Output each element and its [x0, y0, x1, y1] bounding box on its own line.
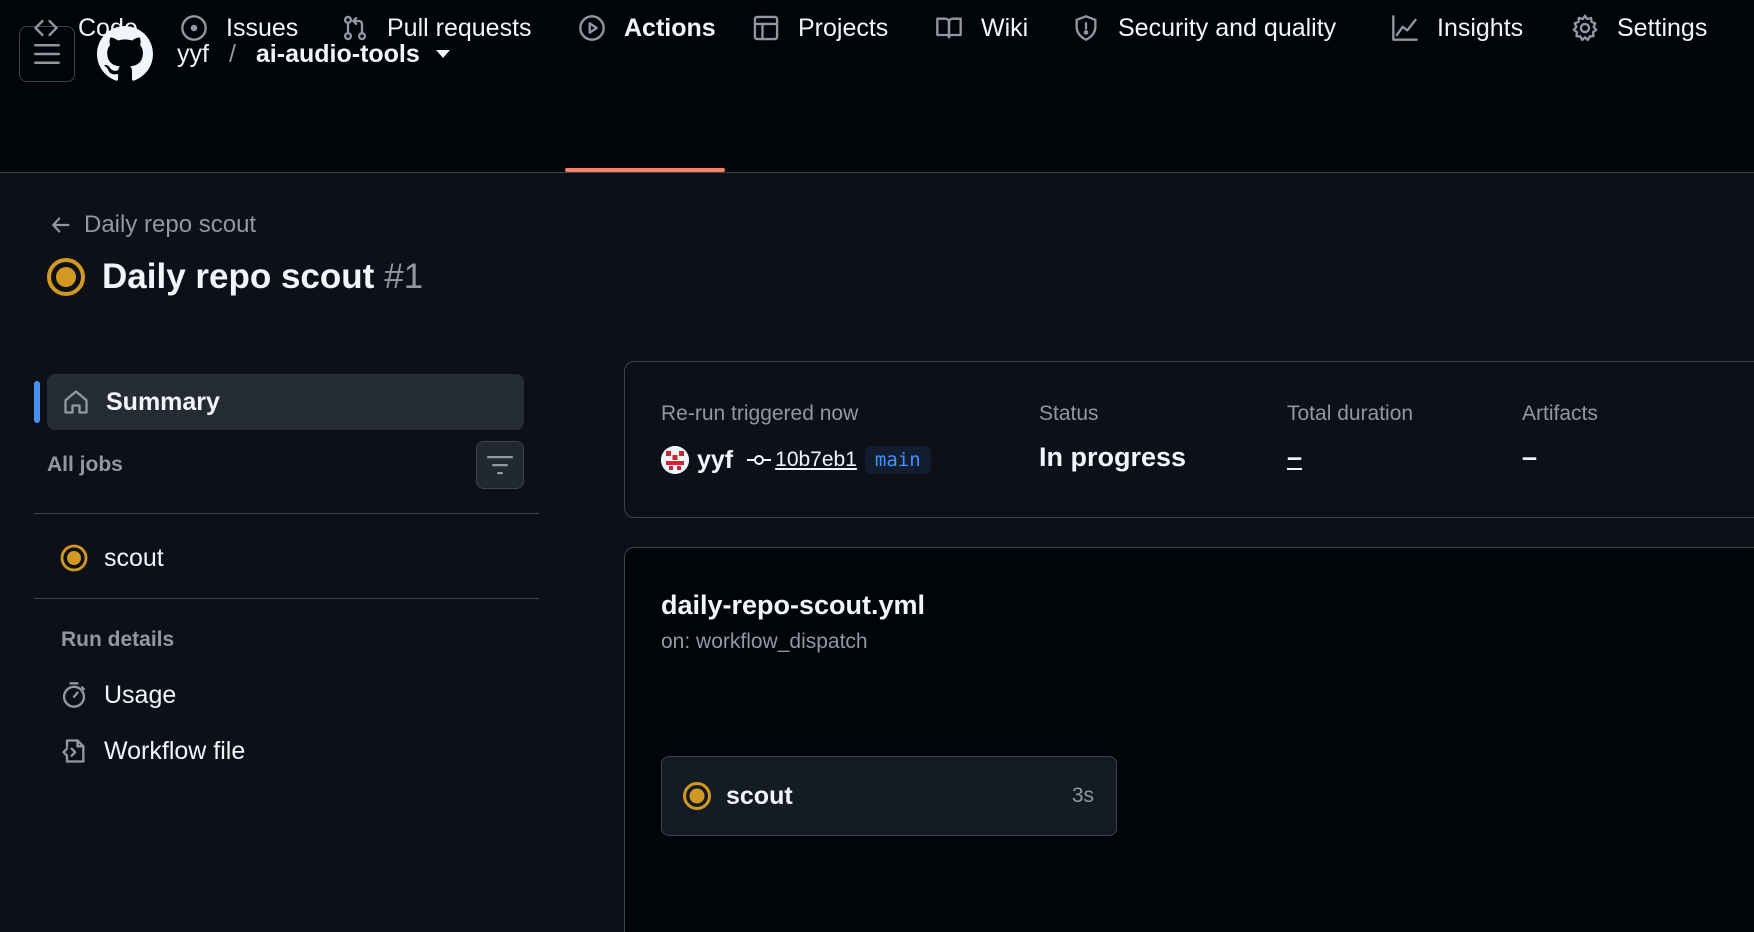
- tab-security[interactable]: Security and quality: [1072, 0, 1336, 71]
- graph-icon: [1392, 15, 1418, 41]
- tab-label: Security and quality: [1118, 14, 1337, 42]
- tab-projects[interactable]: Projects: [752, 0, 888, 71]
- book-icon: [936, 17, 962, 39]
- in-progress-icon: [60, 544, 88, 572]
- page-title: Daily repo scout #1: [46, 256, 423, 298]
- commit-sha: 10b7eb1: [775, 448, 857, 471]
- sidebar-divider: [34, 598, 539, 599]
- back-to-workflow-link[interactable]: Daily repo scout: [50, 210, 256, 240]
- sidebar-item-label: Summary: [106, 387, 220, 416]
- status-value: In progress: [1039, 442, 1187, 472]
- tab-label: Insights: [1437, 14, 1524, 42]
- tab-code[interactable]: Code: [32, 0, 138, 71]
- sidebar-item-usage[interactable]: Usage: [60, 677, 176, 713]
- job-node-name: scout: [726, 781, 793, 810]
- code-icon: [34, 19, 58, 37]
- tab-actions[interactable]: Actions: [578, 0, 716, 71]
- job-name: scout: [104, 543, 164, 572]
- job-node-scout[interactable]: scout 3s: [661, 756, 1117, 836]
- branch-label[interactable]: main: [864, 446, 931, 474]
- tab-label: Projects: [798, 14, 889, 42]
- artifacts-label: Artifacts: [1522, 402, 1598, 425]
- duration-value[interactable]: –: [1287, 442, 1302, 473]
- trigger-details: yyf 10b7eb1 main: [661, 444, 931, 476]
- issue-icon: [181, 15, 207, 41]
- trigger-label: Re-run triggered now: [661, 402, 859, 425]
- app-header: yyf / ai-audio-tools Code Issues Pull re…: [0, 0, 1754, 173]
- tab-insights[interactable]: Insights: [1391, 0, 1523, 71]
- tab-label: Wiki: [981, 14, 1029, 42]
- sidebar-item-workflow-file[interactable]: Workflow file: [60, 733, 245, 769]
- back-link-label: Daily repo scout: [84, 211, 257, 238]
- tab-label: Pull requests: [387, 14, 532, 42]
- shield-icon: [1075, 15, 1097, 41]
- pull-request-icon: [343, 15, 367, 41]
- all-jobs-heading: All jobs: [47, 453, 123, 476]
- sidebar-item-summary[interactable]: Summary: [47, 374, 524, 430]
- workflow-file-name: daily-repo-scout.yml: [661, 590, 926, 620]
- tab-label: Actions: [624, 14, 716, 42]
- stopwatch-icon: [62, 682, 86, 708]
- arrow-left-icon: [52, 217, 70, 233]
- tab-issues[interactable]: Issues: [180, 0, 298, 71]
- sidebar-item-label: Usage: [104, 680, 177, 709]
- gear-icon: [1572, 14, 1598, 42]
- status-label: Status: [1039, 402, 1099, 425]
- tab-settings[interactable]: Settings: [1571, 0, 1707, 71]
- artifacts-value: –: [1522, 442, 1538, 472]
- sidebar-active-indicator: [34, 381, 40, 423]
- file-code-icon: [62, 739, 85, 763]
- duration-label: Total duration: [1287, 402, 1414, 425]
- run-summary-card: Re-run triggered now yyf 10b7eb1 main St…: [624, 361, 1754, 518]
- filter-icon: [487, 456, 513, 475]
- active-tab-indicator: [565, 168, 725, 172]
- run-details-heading: Run details: [61, 628, 175, 651]
- workflow-trigger: on: workflow_dispatch: [661, 630, 868, 653]
- filter-jobs-button[interactable]: [476, 441, 524, 489]
- tab-label: Settings: [1617, 14, 1708, 42]
- actor-username[interactable]: yyf: [697, 446, 733, 475]
- job-duration: 3s: [1071, 784, 1094, 807]
- in-progress-icon: [47, 258, 85, 296]
- sidebar-job-scout[interactable]: scout: [60, 540, 164, 576]
- play-icon: [579, 15, 605, 41]
- tab-label: Issues: [226, 14, 299, 42]
- sidebar-divider: [34, 513, 539, 514]
- sidebar-item-label: Workflow file: [104, 736, 246, 765]
- tab-wiki[interactable]: Wiki: [935, 0, 1028, 71]
- avatar[interactable]: [661, 446, 689, 474]
- run-number: #1: [384, 257, 424, 296]
- workflow-run-name: Daily repo scout: [102, 257, 375, 296]
- tab-label: Code: [78, 14, 138, 42]
- workflow-graph-card: daily-repo-scout.yml on: workflow_dispat…: [624, 547, 1754, 932]
- commit-link[interactable]: 10b7eb1: [747, 448, 857, 472]
- table-icon: [753, 15, 779, 41]
- tab-pull-requests[interactable]: Pull requests: [341, 0, 532, 71]
- user-identicon-icon: [661, 446, 689, 474]
- in-progress-icon: [683, 782, 711, 810]
- home-icon: [64, 390, 88, 414]
- git-commit-icon: [747, 455, 772, 465]
